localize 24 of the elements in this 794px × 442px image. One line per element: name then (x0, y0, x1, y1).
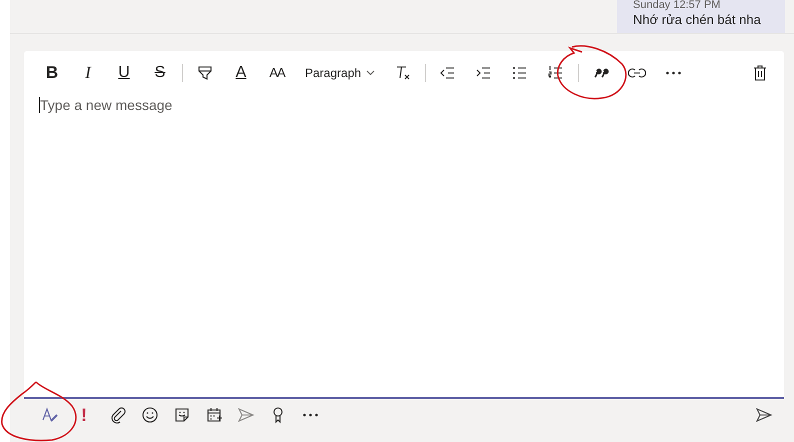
more-icon (666, 71, 681, 75)
font-color-button[interactable]: A (223, 59, 259, 87)
chevron-down-icon (366, 70, 376, 76)
important-button[interactable]: ! (66, 401, 102, 429)
strike-button[interactable]: S (142, 59, 178, 87)
message-text: Nhớ rửa chén bát nha (633, 11, 762, 28)
highlighter-icon (196, 64, 214, 82)
underline-button[interactable]: U (106, 59, 142, 87)
smiley-icon (141, 406, 159, 424)
calendar-icon (205, 406, 223, 424)
sticker-icon (173, 406, 191, 424)
font-size-button[interactable]: AA (259, 59, 295, 87)
clear-format-icon (394, 64, 412, 82)
paper-plane-icon (237, 406, 255, 424)
format-pen-icon (41, 406, 59, 424)
message-time: Sunday 12:57 PM (633, 0, 722, 11)
send-icon (755, 406, 773, 424)
more-icon (302, 413, 318, 417)
delete-icon (751, 64, 769, 82)
italic-button[interactable]: I (70, 59, 106, 87)
message-input[interactable]: Type a new message (40, 94, 769, 116)
bold-button[interactable]: B (34, 59, 70, 87)
paperclip-icon (109, 406, 127, 424)
paragraph-dropdown[interactable]: Paragraph (297, 59, 384, 87)
